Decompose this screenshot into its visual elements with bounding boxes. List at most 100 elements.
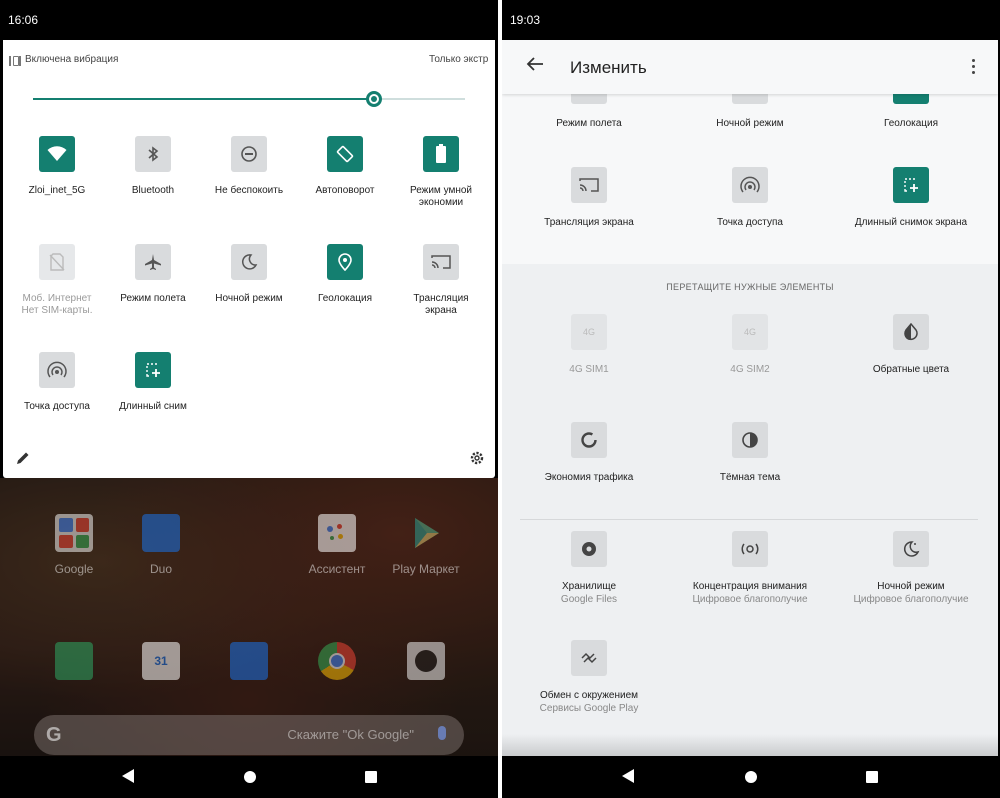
tile-dark-theme[interactable]: Тёмная тема bbox=[670, 422, 830, 484]
drag-section-label: ПЕРЕТАЩИТЕ НУЖНЫЕ ЭЛЕМЕНТЫ bbox=[666, 282, 834, 292]
long-screenshot-icon bbox=[893, 167, 929, 203]
bluetooth-icon bbox=[135, 136, 171, 172]
tile-sublabel: экрана bbox=[425, 305, 457, 316]
nav-home-icon[interactable] bbox=[244, 771, 256, 783]
tile-sublabel: Сервисы Google Play bbox=[539, 703, 639, 714]
gear-icon[interactable] bbox=[469, 450, 485, 471]
tile-label: Не беспокоить bbox=[214, 185, 284, 196]
app-assistant[interactable]: Ассистент bbox=[297, 514, 377, 576]
tile-mobile-data[interactable]: Моб. Интернет Нет SIM-карты. bbox=[9, 244, 105, 317]
nav-back-icon[interactable] bbox=[622, 769, 634, 783]
mic-icon[interactable] bbox=[438, 726, 446, 740]
tile-label: Трансляция экрана bbox=[544, 217, 634, 228]
dock-messages[interactable] bbox=[209, 642, 289, 680]
tile-4g-sim2[interactable]: 4G 4G SIM2 bbox=[670, 314, 830, 376]
nav-home-icon[interactable] bbox=[745, 771, 757, 783]
storage-icon bbox=[571, 531, 607, 567]
tile-nearby-share[interactable]: Обмен с окружением Сервисы Google Play bbox=[509, 640, 669, 716]
tile-airplane-mode[interactable]: Режим полета bbox=[105, 244, 201, 305]
tile-label: Геолокация bbox=[317, 293, 373, 304]
tile-bedtime[interactable]: Ночной режим Цифровое благополучие bbox=[831, 531, 991, 607]
tile-label: Обмен с окружением bbox=[539, 690, 639, 701]
google-search-bar[interactable]: G Скажите "Ok Google" bbox=[34, 715, 464, 755]
brightness-thumb[interactable] bbox=[366, 91, 383, 107]
tile-location[interactable]: Геолокация bbox=[297, 244, 393, 305]
tile-label: Концентрация внимания bbox=[692, 581, 808, 592]
tile-4g-sim1[interactable]: 4G 4G SIM1 bbox=[509, 314, 669, 376]
tile-invert-colors[interactable]: Обратные цвета bbox=[831, 314, 991, 376]
play-store-icon bbox=[407, 514, 445, 552]
camera-icon bbox=[407, 642, 445, 680]
priority-only-label[interactable]: Только экстр bbox=[429, 54, 493, 65]
phone-icon bbox=[55, 642, 93, 680]
tile-long-screenshot[interactable]: Длинный снимок экрана bbox=[831, 167, 991, 229]
duo-icon bbox=[142, 514, 180, 552]
tile-hotspot[interactable]: Точка доступа bbox=[9, 352, 105, 413]
tile-data-saver[interactable]: Экономия трафика bbox=[509, 422, 669, 484]
data-saver-icon bbox=[571, 422, 607, 458]
tile-label: Ночной режим bbox=[877, 581, 945, 592]
status-time: 16:06 bbox=[8, 13, 39, 27]
vibration-label[interactable]: Включена вибрация bbox=[25, 54, 118, 65]
nav-recents-icon[interactable] bbox=[365, 771, 377, 783]
app-label: Duo bbox=[149, 562, 172, 576]
tile-label: Длинный снимок экрана bbox=[854, 217, 968, 228]
back-arrow-icon[interactable] bbox=[526, 56, 544, 77]
dock-chrome[interactable] bbox=[297, 642, 377, 680]
4g-icon: 4G bbox=[571, 314, 607, 350]
page-title: Изменить bbox=[570, 58, 647, 77]
quick-settings-header: Включена вибрация Только экстр bbox=[3, 40, 495, 80]
vibration-icon[interactable] bbox=[9, 56, 21, 66]
tile-storage[interactable]: Хранилище Google Files bbox=[509, 531, 669, 607]
app-label: Ассистент bbox=[308, 562, 366, 576]
tile-label: Хранилище bbox=[562, 581, 616, 592]
dnd-icon bbox=[231, 136, 267, 172]
tile-label: Моб. Интернет bbox=[22, 293, 92, 304]
assistant-icon bbox=[318, 514, 356, 552]
tile-focus-mode[interactable]: Концентрация внимания Цифровое благополу… bbox=[670, 531, 830, 607]
tile-cast[interactable]: Трансляция экрана bbox=[393, 244, 489, 317]
tile-bluetooth[interactable]: Bluetooth bbox=[105, 136, 201, 197]
hotspot-icon bbox=[732, 167, 768, 203]
dock-camera[interactable] bbox=[386, 642, 466, 680]
focus-mode-icon bbox=[732, 531, 768, 567]
tile-label: Режим полета bbox=[120, 293, 186, 304]
tile-wifi[interactable]: Zloi_inet_5G bbox=[9, 136, 105, 197]
tile-label: Точка доступа bbox=[24, 401, 90, 412]
dock-calendar[interactable]: 31 bbox=[121, 642, 201, 680]
hotspot-icon bbox=[39, 352, 75, 388]
tile-label: Автоповорот bbox=[315, 185, 375, 196]
edit-pencil-icon[interactable] bbox=[15, 450, 31, 471]
tile-label: Bluetooth bbox=[131, 185, 175, 196]
dock-phone[interactable] bbox=[34, 642, 114, 680]
quick-settings-panel: Включена вибрация Только экстр Zloi_inet… bbox=[3, 40, 495, 478]
tile-hotspot[interactable]: Точка доступа bbox=[670, 167, 830, 229]
tile-sublabel: Нет SIM-карты. bbox=[21, 305, 93, 316]
app-play-store[interactable]: Play Маркет bbox=[386, 514, 466, 576]
nav-back-icon[interactable] bbox=[122, 769, 134, 783]
tile-label: Экономия трафика bbox=[544, 472, 634, 483]
tile-autorotate[interactable]: Автоповорот bbox=[297, 136, 393, 197]
location-icon bbox=[327, 244, 363, 280]
google-folder-icon bbox=[55, 514, 93, 552]
tile-label: 4G SIM2 bbox=[730, 364, 770, 375]
app-google-folder[interactable]: Google bbox=[34, 514, 114, 576]
tile-sublabel: Цифровое благополучие bbox=[692, 594, 808, 605]
tile-label: Zloi_inet_5G bbox=[28, 185, 86, 196]
nav-recents-icon[interactable] bbox=[866, 771, 878, 783]
brightness-slider[interactable] bbox=[33, 91, 465, 107]
tile-do-not-disturb[interactable]: Не беспокоить bbox=[201, 136, 297, 197]
status-time: 19:03 bbox=[510, 13, 541, 27]
autorotate-icon bbox=[327, 136, 363, 172]
tile-night-mode[interactable]: Ночной режим bbox=[201, 244, 297, 305]
tile-battery-saver[interactable]: Режим умной экономии bbox=[393, 136, 489, 209]
status-bar: 19:03 bbox=[502, 0, 1000, 40]
app-duo[interactable]: Duo bbox=[121, 514, 201, 576]
tile-cast[interactable]: Трансляция экрана bbox=[509, 167, 669, 229]
more-options-icon[interactable] bbox=[972, 59, 976, 77]
tile-long-screenshot[interactable]: Длинный сним bbox=[105, 352, 201, 413]
section-separator bbox=[520, 519, 978, 520]
navigation-bar bbox=[502, 756, 1000, 798]
tile-sublabel: Цифровое благополучие bbox=[853, 594, 969, 605]
cast-icon bbox=[571, 167, 607, 203]
